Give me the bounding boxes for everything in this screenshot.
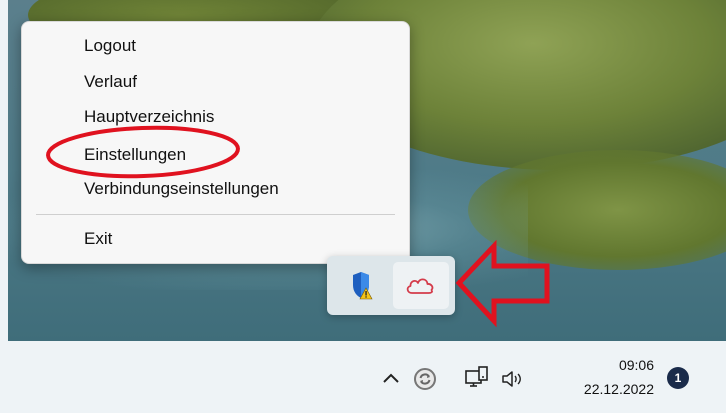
sync-app-icon[interactable] — [412, 366, 438, 392]
menu-item-verbindungseinstellungen[interactable]: Verbindungseinstellungen — [84, 179, 279, 199]
menu-item-logout[interactable]: Logout — [84, 36, 136, 56]
shield-warning-icon — [353, 272, 373, 300]
notification-badge[interactable]: 1 — [667, 367, 689, 389]
chevron-up-icon[interactable] — [380, 368, 402, 390]
taskbar — [0, 341, 726, 413]
volume-icon[interactable] — [498, 366, 526, 392]
tray-icon-shield[interactable] — [333, 262, 389, 309]
tray-overflow-popup — [327, 256, 455, 315]
menu-item-verlauf[interactable]: Verlauf — [84, 72, 137, 92]
taskbar-clock-time[interactable]: 09:06 — [600, 357, 654, 373]
cloud-icon — [406, 278, 434, 294]
menu-item-exit[interactable]: Exit — [84, 229, 112, 249]
menu-item-hauptverzeichnis[interactable]: Hauptverzeichnis — [84, 107, 214, 127]
taskbar-clock-date[interactable]: 22.12.2022 — [558, 381, 654, 397]
tray-icon-cloud[interactable] — [393, 262, 449, 309]
tray-context-menu: Logout Verlauf Hauptverzeichnis Einstell… — [21, 21, 410, 264]
network-icon[interactable] — [462, 364, 490, 392]
menu-separator — [36, 214, 395, 215]
menu-item-einstellungen[interactable]: Einstellungen — [84, 145, 186, 165]
